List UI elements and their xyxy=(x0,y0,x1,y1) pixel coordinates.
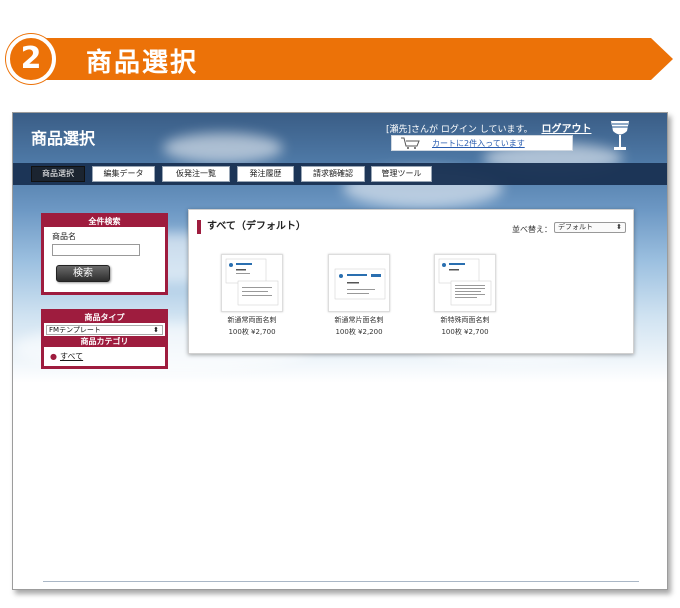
type-select-value: FMテンプレート xyxy=(49,326,101,334)
type-select[interactable]: FMテンプレート ⬍ xyxy=(46,325,163,335)
product-name[interactable]: 新通常両面名刺 xyxy=(217,315,287,325)
tab-product-select[interactable]: 商品選択 xyxy=(31,166,85,182)
product-price: 100枚 ¥2,700 xyxy=(228,328,276,336)
card-preview-icon xyxy=(334,268,386,300)
product-name[interactable]: 新特殊両面名刺 xyxy=(430,315,500,325)
category-heading: 商品カテゴリ xyxy=(44,336,165,347)
product-name-label: 商品名 xyxy=(52,232,76,241)
search-panel-heading: 全件検索 xyxy=(44,216,165,227)
select-arrows-icon: ⬍ xyxy=(616,223,622,231)
bullet-icon: ● xyxy=(50,352,57,361)
business-card-thumbnail[interactable] xyxy=(221,254,283,312)
sort-label: 並べ替え： xyxy=(512,225,552,234)
step-number: 2 xyxy=(6,34,56,84)
logout-link[interactable]: ログアウト xyxy=(541,124,591,135)
cart-icon xyxy=(401,137,420,149)
sort-select-value: デフォルト xyxy=(558,223,593,231)
type-category-panel: 商品タイプ FMテンプレート ⬍ 商品カテゴリ ● すべて xyxy=(41,309,168,369)
product-list-panel: すべて（デフォルト） 並べ替え： デフォルト ⬍ 新通常両面名刺 100枚 ¥2… xyxy=(188,209,634,354)
cart-link[interactable]: カートに2件入っています xyxy=(432,138,525,149)
product-price: 100枚 ¥2,700 xyxy=(441,328,489,336)
tab-billing[interactable]: 請求額確認 xyxy=(301,166,365,182)
app-window: 商品選択 [瀬先]さんが ログイン しています。 ログアウト カートに2件入って… xyxy=(12,112,668,590)
step-banner: 2 商品選択 xyxy=(6,34,676,84)
business-card-thumbnail[interactable] xyxy=(328,254,390,312)
login-status: [瀬先]さんが ログイン しています。 ログアウト xyxy=(386,120,591,135)
card-preview-icon xyxy=(225,258,279,306)
sort-select[interactable]: デフォルト ⬍ xyxy=(554,222,626,233)
select-arrows-icon: ⬍ xyxy=(153,326,159,334)
type-heading: 商品タイプ xyxy=(44,312,165,323)
banner-title: 商品選択 xyxy=(86,48,199,78)
search-button[interactable]: 検索 xyxy=(56,265,110,282)
product-name-input[interactable] xyxy=(52,244,140,256)
product-card[interactable]: 新通常両面名刺 100枚 ¥2,700 xyxy=(217,254,287,337)
cart-box[interactable]: カートに2件入っています xyxy=(391,135,573,151)
user-text: [瀬先]さんが ログイン しています。 xyxy=(386,125,533,135)
banner-arrow xyxy=(651,38,673,80)
app-title: 商品選択 xyxy=(31,129,96,148)
search-panel: 全件検索 商品名 検索 xyxy=(41,213,168,295)
category-all-link[interactable]: すべて xyxy=(60,352,83,361)
footer-divider xyxy=(43,581,639,582)
card-preview-icon xyxy=(438,258,492,306)
tab-admin-tools[interactable]: 管理ツール xyxy=(371,166,432,182)
product-card[interactable]: 新特殊両面名刺 100枚 ¥2,700 xyxy=(430,254,500,337)
product-name[interactable]: 新通常片面名刺 xyxy=(324,315,394,325)
tab-provisional-orders[interactable]: 仮発注一覧 xyxy=(162,166,230,182)
product-price: 100枚 ¥2,200 xyxy=(335,328,383,336)
tab-edit-data[interactable]: 編集データ xyxy=(92,166,155,182)
product-list-heading: すべて（デフォルト） xyxy=(197,220,306,234)
product-card[interactable]: 新通常片面名刺 100枚 ¥2,200 xyxy=(324,254,394,337)
tab-order-history[interactable]: 発注履歴 xyxy=(237,166,294,182)
wine-glass-logo-icon xyxy=(611,121,629,150)
business-card-thumbnail[interactable] xyxy=(434,254,496,312)
category-item[interactable]: ● すべて xyxy=(50,351,165,362)
